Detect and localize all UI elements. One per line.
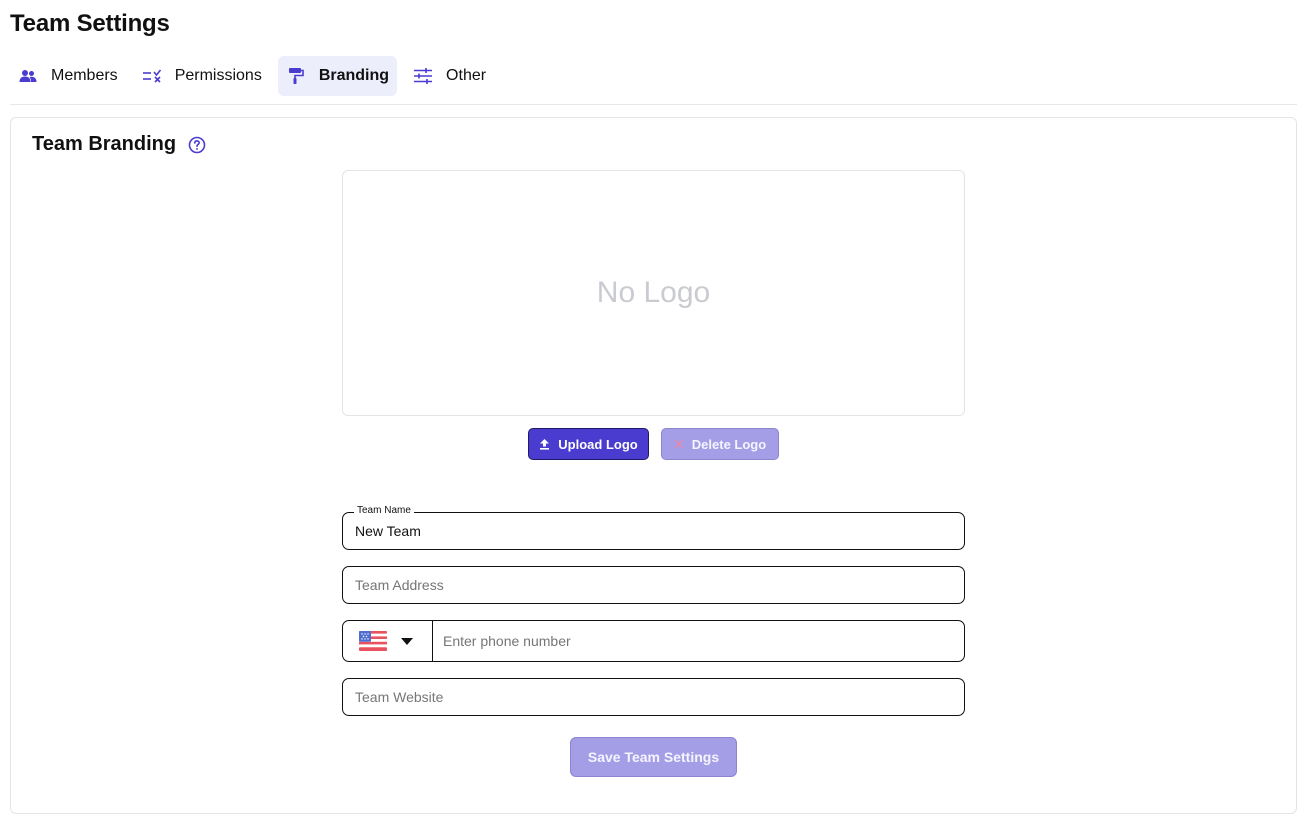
tab-branding[interactable]: Branding (277, 56, 398, 96)
no-logo-text: No Logo (596, 276, 711, 309)
branding-card: Team Branding No Logo Upload Logo Delete… (10, 117, 1297, 814)
team-name-field[interactable]: Team Name (342, 505, 965, 550)
paint-roller-icon (286, 66, 306, 86)
us-flag-icon (359, 631, 387, 651)
phone-input-wrap (433, 621, 964, 661)
page-title: Team Settings (10, 10, 170, 37)
team-website-field[interactable] (342, 678, 965, 716)
upload-logo-button[interactable]: Upload Logo (528, 428, 649, 460)
country-select[interactable] (343, 621, 433, 661)
team-name-input[interactable] (343, 513, 964, 549)
tab-label: Members (51, 67, 118, 84)
section-title: Team Branding (32, 133, 177, 155)
sliders-icon (413, 66, 433, 86)
phone-input[interactable] (433, 621, 964, 661)
tab-permissions[interactable]: Permissions (134, 56, 270, 96)
tab-label: Other (446, 67, 487, 84)
question-circle-icon[interactable] (188, 136, 206, 154)
save-team-settings-button[interactable]: Save Team Settings (570, 737, 737, 777)
delete-logo-label: Delete Logo (691, 436, 767, 452)
upload-icon (539, 438, 550, 450)
logo-preview: No Logo (342, 170, 965, 416)
team-address-input[interactable] (343, 567, 964, 603)
tab-label: Branding (318, 67, 390, 84)
team-address-field[interactable] (342, 566, 965, 604)
team-name-label: Team Name (354, 505, 414, 516)
tab-label: Permissions (174, 67, 262, 84)
tab-divider (10, 104, 1297, 105)
delete-logo-button[interactable]: Delete Logo (661, 428, 779, 460)
permissions-icon (142, 66, 162, 86)
close-icon (674, 439, 684, 449)
tab-other[interactable]: Other (405, 56, 494, 96)
people-icon (18, 66, 38, 86)
tab-members[interactable]: Members (10, 56, 126, 96)
upload-logo-label: Upload Logo (558, 436, 638, 452)
chevron-down-icon (401, 637, 413, 645)
tab-bar: Members Permissions Branding Other (10, 56, 502, 96)
phone-field[interactable] (342, 620, 965, 662)
section-header: Team Branding (32, 133, 206, 156)
team-website-input[interactable] (343, 679, 964, 715)
